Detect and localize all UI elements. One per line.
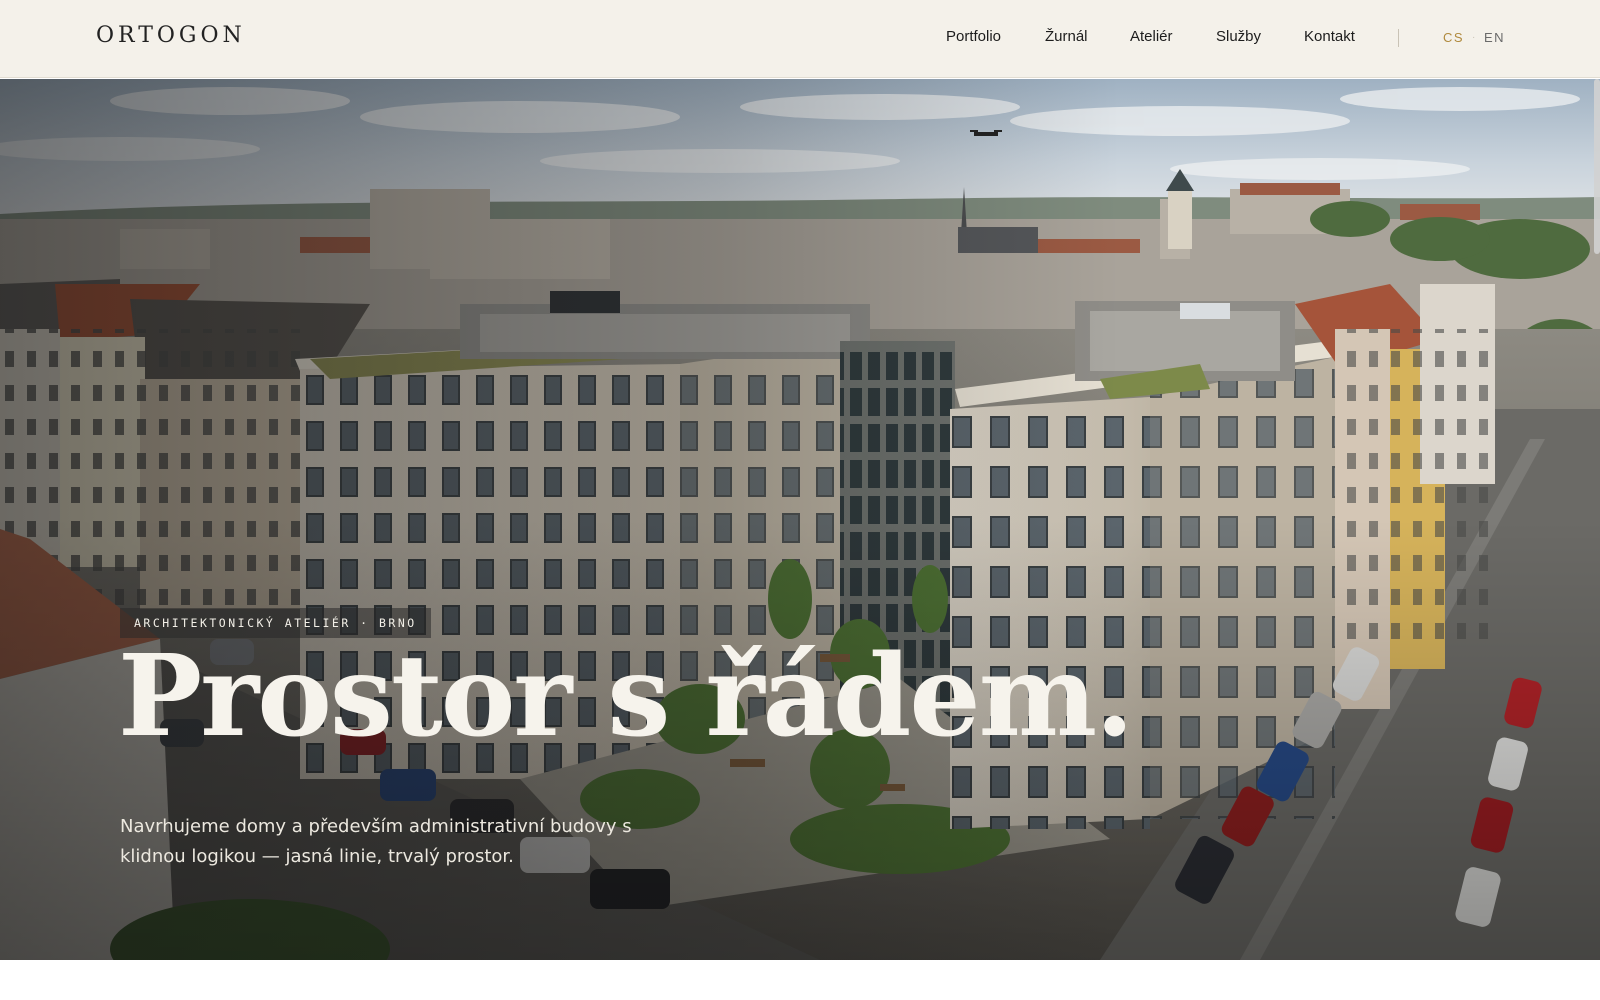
lang-separator: · bbox=[1472, 32, 1477, 43]
page-bottom bbox=[0, 960, 1600, 1000]
nav-item-portfolio[interactable]: Portfolio bbox=[946, 26, 1001, 48]
scrollbar-thumb[interactable] bbox=[1594, 79, 1600, 254]
nav-divider bbox=[1398, 29, 1399, 47]
hero-subline: Navrhujeme domy a především administrati… bbox=[120, 816, 632, 867]
main-nav: Portfolio Žurnál Ateliér Služby Kontakt bbox=[0, 26, 1600, 48]
hero-section: ARCHITEKTONICKÝ ATELIÉR · BRNO Prostor s… bbox=[0, 79, 1600, 960]
lang-switch-cs[interactable]: CS bbox=[1443, 29, 1464, 47]
nav-item-atelier[interactable]: Ateliér bbox=[1130, 26, 1173, 48]
nav-item-kontakt[interactable]: Kontakt bbox=[1304, 26, 1355, 48]
nav-item-sluzby[interactable]: Služby bbox=[1216, 26, 1261, 48]
lang-switch-en[interactable]: EN bbox=[1484, 29, 1505, 47]
site-header: ORTOGON Portfolio Žurnál Ateliér Služby … bbox=[0, 0, 1600, 78]
hero-headline: Prostor s řádem. bbox=[118, 631, 1134, 762]
nav-item-zurnal[interactable]: Žurnál bbox=[1045, 26, 1088, 48]
